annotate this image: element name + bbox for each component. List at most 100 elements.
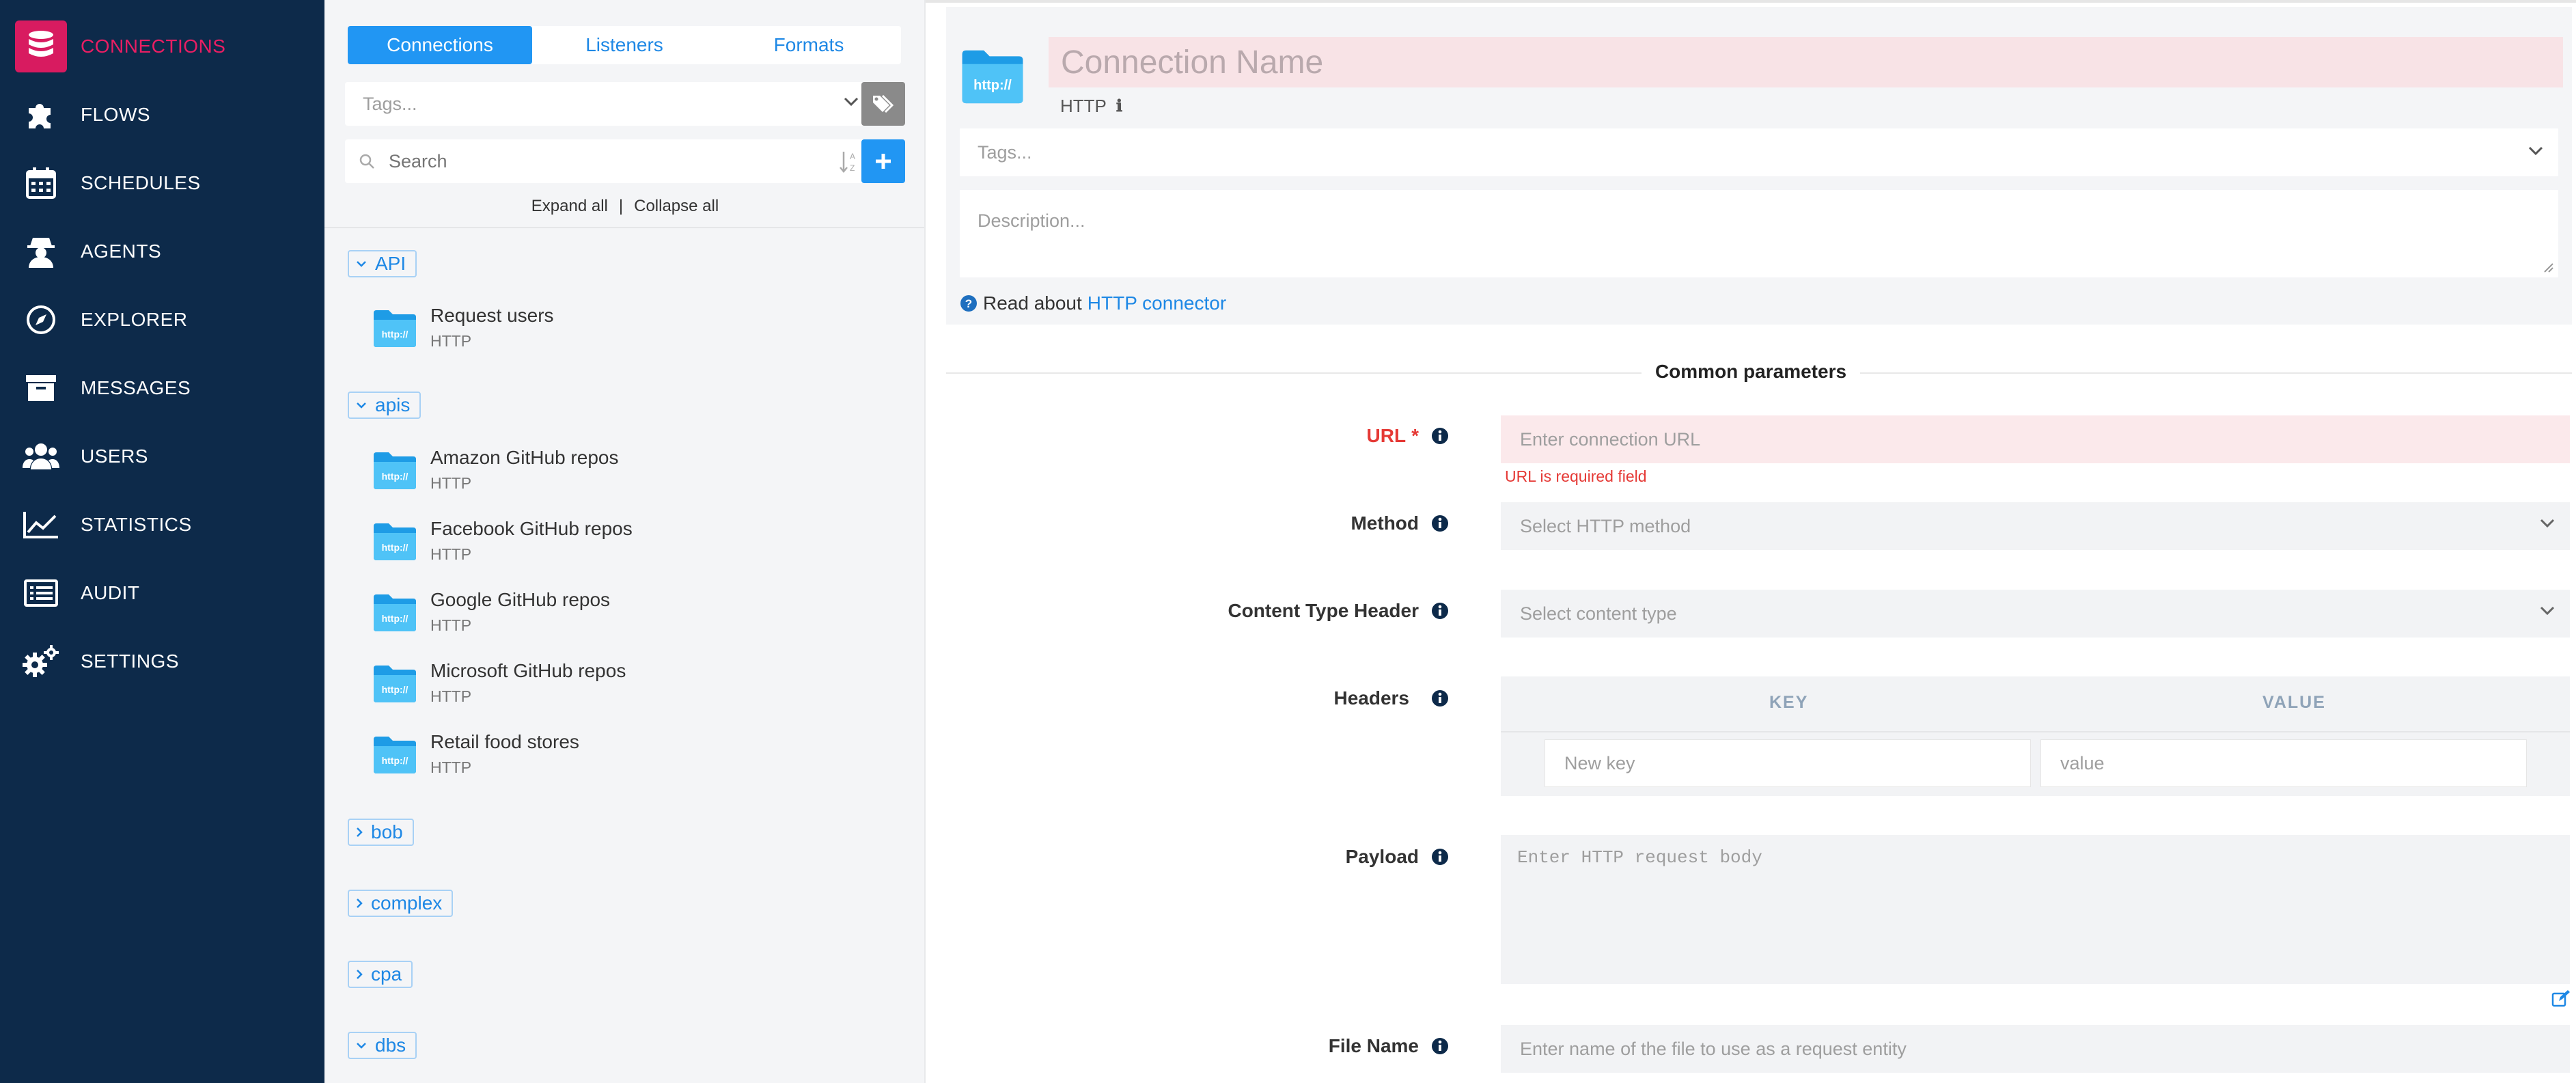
tags-placeholder: Tags... xyxy=(978,141,1032,163)
section-title: Common parameters xyxy=(926,361,2576,383)
list-icon xyxy=(15,567,67,619)
info-icon[interactable] xyxy=(1431,602,1449,620)
manage-tags-button[interactable] xyxy=(861,82,905,126)
list-item[interactable]: http:// Request users HTTP xyxy=(372,301,905,362)
svg-text:http://: http:// xyxy=(382,542,408,553)
connections-list-panel: Connections Listeners Formats Tags... AZ… xyxy=(324,0,926,1083)
separator: | xyxy=(618,197,624,215)
sidebar-item-statistics[interactable]: STATISTICS xyxy=(0,491,324,559)
info-icon[interactable] xyxy=(1431,848,1449,866)
method-select[interactable]: Select HTTP method xyxy=(1501,502,2570,550)
svg-text:http://: http:// xyxy=(382,684,408,695)
edit-icon[interactable] xyxy=(2551,989,2571,1007)
info-icon[interactable]: ℹ xyxy=(1116,96,1122,116)
info-icon[interactable] xyxy=(1431,515,1449,532)
list-item[interactable]: http:// Retail food stores HTTP xyxy=(372,727,905,789)
resize-handle-icon[interactable] xyxy=(2542,261,2554,273)
users-icon xyxy=(15,430,67,482)
svg-text:Z: Z xyxy=(850,163,855,173)
http-connector-link[interactable]: HTTP connector xyxy=(1088,292,1226,314)
connection-name-input[interactable] xyxy=(1049,37,2563,87)
payload-editor[interactable]: Enter HTTP request body xyxy=(1501,835,2570,984)
group-cpa[interactable]: cpa xyxy=(348,961,413,988)
info-icon[interactable] xyxy=(1431,689,1449,707)
collapse-all-link[interactable]: Collapse all xyxy=(634,197,719,215)
sidebar-item-users[interactable]: USERS xyxy=(0,422,324,491)
top-divider xyxy=(926,0,2576,3)
group-label: API xyxy=(375,253,406,274)
tags-filter-placeholder: Tags... xyxy=(363,93,417,114)
info-icon[interactable] xyxy=(1431,427,1449,445)
info-icon[interactable] xyxy=(1431,1037,1449,1055)
connection-type-text: HTTP xyxy=(1060,96,1107,116)
sidebar-item-explorer[interactable]: EXPLORER xyxy=(0,286,324,354)
chevron-down-icon xyxy=(2540,519,2555,528)
connection-type: HTTP xyxy=(430,758,472,776)
connection-name: Google GitHub repos xyxy=(430,589,611,610)
url-label: URL * xyxy=(1367,425,1449,447)
add-connection-button[interactable] xyxy=(861,139,905,183)
connection-name: Microsoft GitHub repos xyxy=(430,660,626,681)
group-label: bob xyxy=(371,821,403,842)
sidebar-item-label: SCHEDULES xyxy=(81,172,201,193)
sidebar-item-messages[interactable]: MESSAGES xyxy=(0,354,324,422)
tags-select[interactable]: Tags... xyxy=(960,128,2558,176)
url-error-message: URL is required field xyxy=(1505,467,1647,485)
list-item[interactable]: http:// Amazon GitHub repos HTTP xyxy=(372,443,905,504)
chevron-down-icon xyxy=(844,97,859,107)
connection-header-card: http:// HTTP ℹ Tags... Description... ? … xyxy=(946,7,2572,325)
list-item[interactable]: http:// Facebook GitHub repos HTTP xyxy=(372,514,905,575)
group-complex[interactable]: complex xyxy=(348,890,454,917)
tab-formats[interactable]: Formats xyxy=(717,26,901,64)
group-apis[interactable]: apis xyxy=(348,392,421,419)
expand-all-link[interactable]: Expand all xyxy=(531,197,608,215)
sidebar-item-agents[interactable]: AGENTS xyxy=(0,217,324,286)
header-key-input[interactable]: New key xyxy=(1545,739,2031,787)
tab-listeners[interactable]: Listeners xyxy=(532,26,717,64)
headers-label: Headers xyxy=(1333,687,1449,709)
http-folder-icon: http:// xyxy=(372,734,417,775)
connection-name: Request users xyxy=(430,305,554,326)
sort-alpha-icon[interactable]: AZ xyxy=(840,150,860,174)
connection-type: HTTP xyxy=(430,616,472,634)
content-type-label: Content Type Header xyxy=(1228,600,1449,622)
file-name-input[interactable]: Enter name of the file to use as a reque… xyxy=(1501,1025,2570,1073)
sidebar-item-label: AGENTS xyxy=(81,241,162,262)
svg-text:A: A xyxy=(850,152,855,161)
sidebar-item-label: AUDIT xyxy=(81,582,140,603)
content-type-select[interactable]: Select content type xyxy=(1501,590,2570,638)
group-label: dbs xyxy=(375,1034,406,1056)
group-api[interactable]: API xyxy=(348,250,417,277)
group-dbs[interactable]: dbs xyxy=(348,1032,417,1059)
database-icon xyxy=(15,20,67,72)
sidebar-item-flows[interactable]: FLOWS xyxy=(0,81,324,149)
description-textarea[interactable]: Description... xyxy=(960,190,2558,277)
calendar-icon xyxy=(15,157,67,209)
list-item[interactable]: http:// Microsoft GitHub repos HTTP xyxy=(372,656,905,717)
expand-collapse-row: Expand all | Collapse all xyxy=(324,197,924,216)
puzzle-icon xyxy=(15,89,67,141)
sidebar-item-audit[interactable]: AUDIT xyxy=(0,559,324,627)
search-input[interactable] xyxy=(389,150,785,172)
header-value-input[interactable]: value xyxy=(2040,739,2527,787)
list-item[interactable]: http:// Google GitHub repos HTTP xyxy=(372,585,905,646)
group-bob[interactable]: bob xyxy=(348,819,414,846)
file-name-placeholder: Enter name of the file to use as a reque… xyxy=(1520,1038,1907,1059)
connection-name: Amazon GitHub repos xyxy=(430,447,619,468)
file-name-label: File Name xyxy=(1329,1035,1449,1057)
required-mark: * xyxy=(1411,425,1419,446)
url-input[interactable]: Enter connection URL xyxy=(1501,415,2570,463)
tags-icon xyxy=(872,93,895,115)
read-about-line: ? Read about HTTP connector xyxy=(960,292,1226,314)
payload-label: Payload xyxy=(1346,846,1449,868)
tab-connections[interactable]: Connections xyxy=(348,26,532,64)
sidebar-item-connections[interactable]: CONNECTIONS xyxy=(0,12,324,81)
sidebar-item-settings[interactable]: SETTINGS xyxy=(0,627,324,696)
connection-type: HTTP xyxy=(430,332,472,350)
sidebar-item-label: MESSAGES xyxy=(81,377,191,398)
method-label-text: Method xyxy=(1351,512,1419,534)
sidebar-item-schedules[interactable]: SCHEDULES xyxy=(0,149,324,217)
search-icon xyxy=(359,153,375,169)
headers-label-text: Headers xyxy=(1333,687,1409,709)
tags-filter-select[interactable]: Tags... xyxy=(345,82,872,126)
